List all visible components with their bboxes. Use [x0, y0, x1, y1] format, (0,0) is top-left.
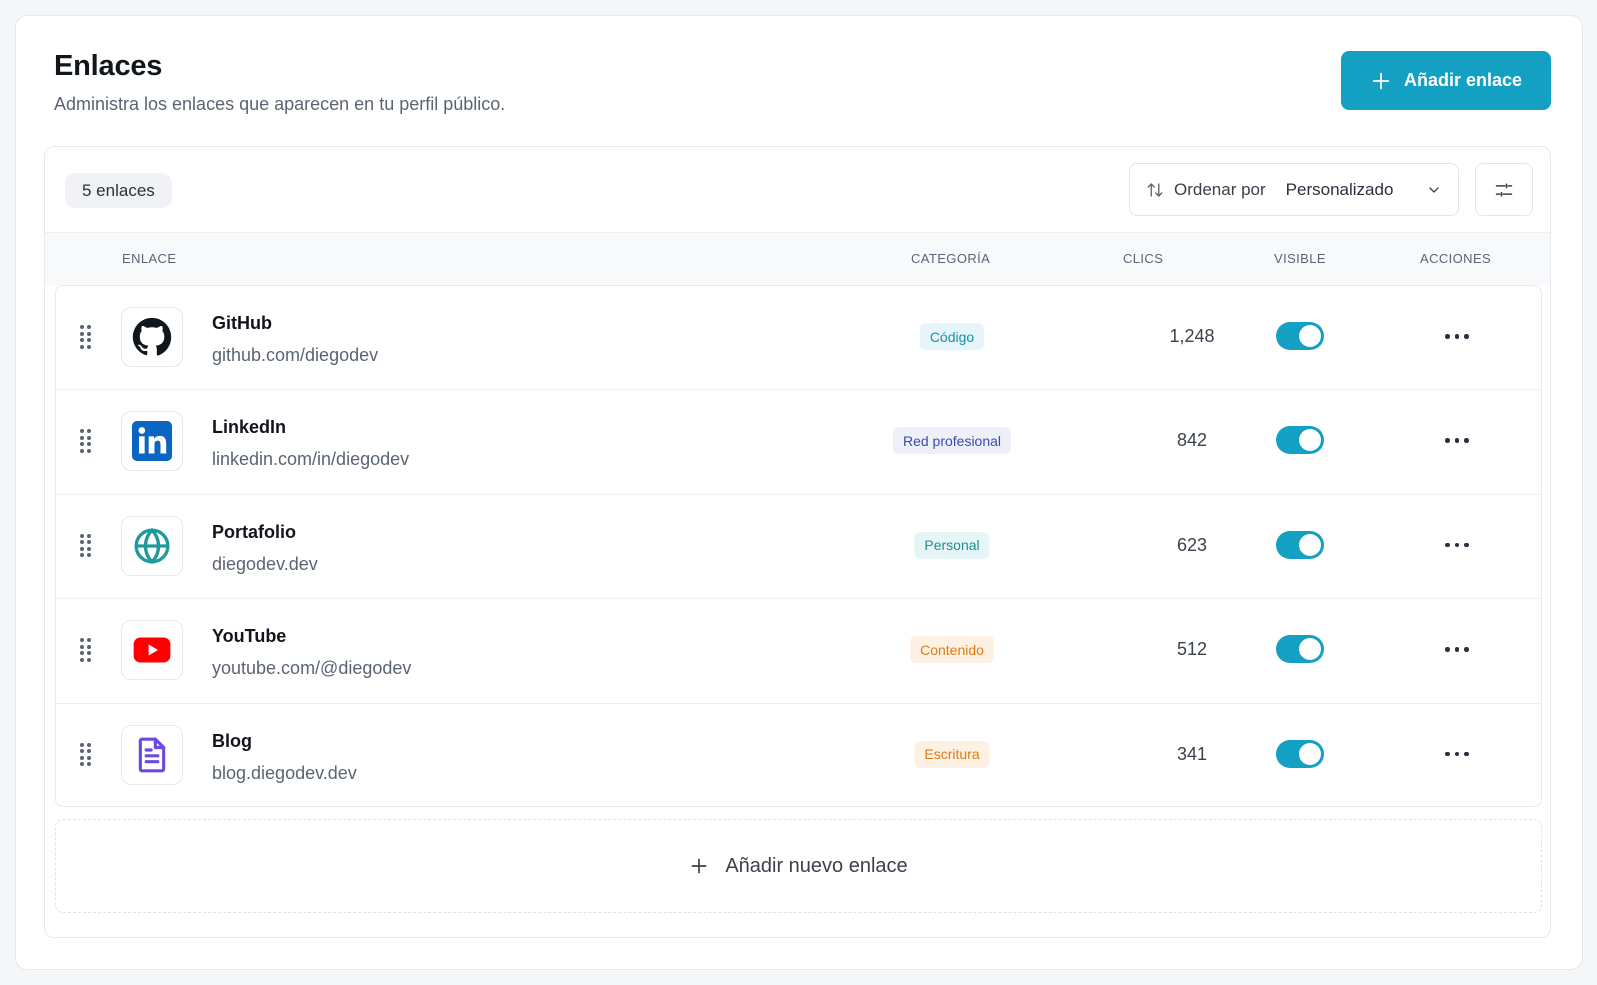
sort-value: Personalizado [1285, 179, 1394, 199]
link-name: LinkedIn [212, 417, 287, 438]
link-url: youtube.com/@diegodev [212, 658, 412, 679]
add-link-button-label: Añadir enlace [1403, 70, 1523, 90]
globe-icon [132, 526, 172, 566]
table-row[interactable]: LinkedIn linkedin.com/in/diegodev Red pr… [56, 390, 1541, 495]
document-icon [132, 735, 172, 775]
link-url: diegodev.dev [212, 553, 318, 574]
link-name: Portafolio [212, 521, 296, 542]
links-panel: 5 enlaces Ordenar por Personalizado ENLA… [44, 146, 1551, 938]
column-header-clicks: CLICS [1123, 251, 1164, 266]
drag-handle-icon[interactable] [80, 325, 94, 349]
youtube-icon [132, 630, 172, 670]
clicks-count: 1,248 [1169, 326, 1215, 346]
link-name: YouTube [212, 626, 287, 647]
plus-icon [691, 858, 707, 874]
category-badge: Código [919, 323, 985, 350]
linkedin-icon [132, 421, 172, 462]
table-row[interactable]: GitHub github.com/diegodev Código 1,248 [56, 286, 1541, 391]
add-link-button[interactable]: Añadir enlace [1341, 51, 1551, 110]
table-row[interactable]: Blog blog.diegodev.dev Escritura 341 [56, 704, 1541, 806]
links-table: GitHub github.com/diegodev Código 1,248 … [55, 285, 1542, 807]
page-subtitle: Administra los enlaces que aparecen en t… [54, 94, 506, 114]
toggle-knob [1299, 429, 1321, 452]
clicks-count: 341 [1176, 743, 1208, 764]
toggle-knob [1299, 638, 1321, 661]
clicks-count: 623 [1176, 534, 1208, 555]
add-new-link-label: Añadir nuevo enlace [725, 854, 908, 877]
visible-toggle[interactable] [1276, 739, 1324, 768]
visible-toggle[interactable] [1276, 635, 1324, 664]
clicks-count: 512 [1176, 639, 1208, 660]
link-url: github.com/diegodev [212, 345, 379, 365]
sliders-icon [1495, 182, 1513, 197]
category-badge: Personal [914, 531, 990, 559]
sort-label: Ordenar por [1174, 179, 1266, 199]
toggle-knob [1299, 533, 1321, 556]
more-actions-icon[interactable] [1442, 532, 1472, 558]
column-header-category: CATEGORÍA [911, 251, 991, 266]
page-title: Enlaces [54, 50, 163, 82]
clicks-count: 842 [1176, 430, 1208, 451]
filter-button[interactable] [1475, 163, 1533, 216]
link-logo [121, 724, 183, 785]
chevron-down-icon [1429, 186, 1439, 193]
visible-toggle[interactable] [1276, 530, 1324, 559]
sort-dropdown[interactable]: Ordenar por Personalizado [1129, 163, 1459, 216]
link-name: GitHub [212, 313, 272, 333]
drag-handle-icon[interactable] [80, 429, 94, 453]
column-header-visible: VISIBLE [1274, 251, 1326, 266]
category-badge: Contenido [910, 636, 994, 664]
more-actions-icon[interactable] [1442, 636, 1472, 662]
toggle-knob [1299, 325, 1321, 347]
visible-toggle[interactable] [1276, 322, 1324, 350]
more-actions-icon[interactable] [1442, 323, 1472, 349]
table-row[interactable]: YouTube youtube.com/@diegodev Contenido … [56, 599, 1541, 704]
link-logo [121, 515, 183, 576]
table-row[interactable]: Portafolio diegodev.dev Personal 623 [56, 495, 1541, 600]
link-logo [121, 620, 183, 681]
category-badge: Red profesional [892, 427, 1012, 455]
category-badge: Escritura [914, 740, 990, 768]
link-url: blog.diegodev.dev [212, 762, 357, 783]
link-name: Blog [212, 730, 252, 751]
add-new-link-button[interactable]: Añadir nuevo enlace [55, 819, 1542, 913]
drag-handle-icon[interactable] [80, 742, 94, 767]
sort-icon [1147, 182, 1163, 197]
column-header-link: ENLACE [122, 251, 177, 266]
toolbar: 5 enlaces Ordenar por Personalizado [45, 147, 1550, 233]
github-icon [132, 317, 172, 357]
toggle-knob [1299, 742, 1321, 765]
visible-toggle[interactable] [1276, 426, 1324, 455]
link-logo [121, 411, 183, 472]
table-header: ENLACE CATEGORÍA CLICS VISIBLE ACCIONES [45, 233, 1550, 285]
column-header-actions: ACCIONES [1420, 251, 1492, 266]
more-actions-icon[interactable] [1442, 427, 1472, 453]
drag-handle-icon[interactable] [80, 638, 94, 662]
more-actions-icon[interactable] [1442, 741, 1472, 767]
link-logo [121, 307, 183, 367]
links-count-badge: 5 enlaces [65, 173, 172, 208]
link-url: linkedin.com/in/diegodev [212, 449, 410, 470]
plus-icon [1372, 72, 1390, 89]
drag-handle-icon[interactable] [80, 533, 94, 558]
